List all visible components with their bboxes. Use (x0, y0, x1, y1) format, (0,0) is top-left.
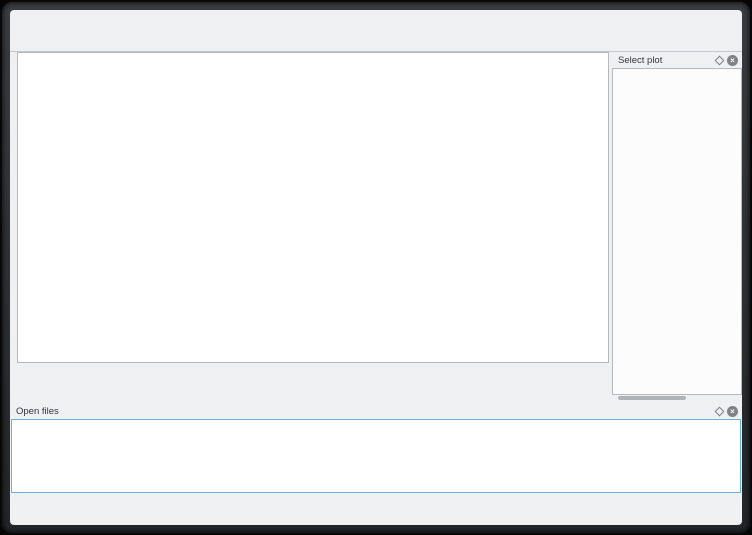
open-files-table (11, 419, 741, 493)
open-files-dock: Open files × (10, 403, 742, 493)
close-dock-icon[interactable]: × (727, 406, 738, 417)
plot-list (612, 68, 742, 395)
select-plot-dock: Select plot × (612, 52, 742, 401)
bottom-dock-tabs (15, 496, 742, 514)
menu-bar (10, 10, 742, 29)
open-files-dock-title: Open files × (10, 403, 742, 419)
plot-area (17, 52, 609, 401)
open-files-title: Open files (16, 406, 59, 417)
float-dock-icon[interactable] (715, 406, 725, 416)
app-content: Select plot × Open files × (10, 10, 742, 525)
plot-canvas[interactable] (17, 52, 609, 363)
document-tabs (10, 29, 742, 52)
main-area: Select plot × (10, 52, 742, 401)
select-plot-dock-title: Select plot × (612, 52, 742, 68)
float-dock-icon[interactable] (715, 55, 725, 65)
rrul-figure (18, 53, 608, 362)
close-dock-icon[interactable]: × (727, 55, 738, 66)
app-window: Select plot × Open files × (1, 1, 751, 534)
plot-list-hscrollbar[interactable] (612, 395, 742, 401)
matplotlib-toolbar (17, 363, 609, 399)
select-plot-title: Select plot (618, 55, 662, 66)
scrollbar-handle[interactable] (618, 396, 686, 400)
